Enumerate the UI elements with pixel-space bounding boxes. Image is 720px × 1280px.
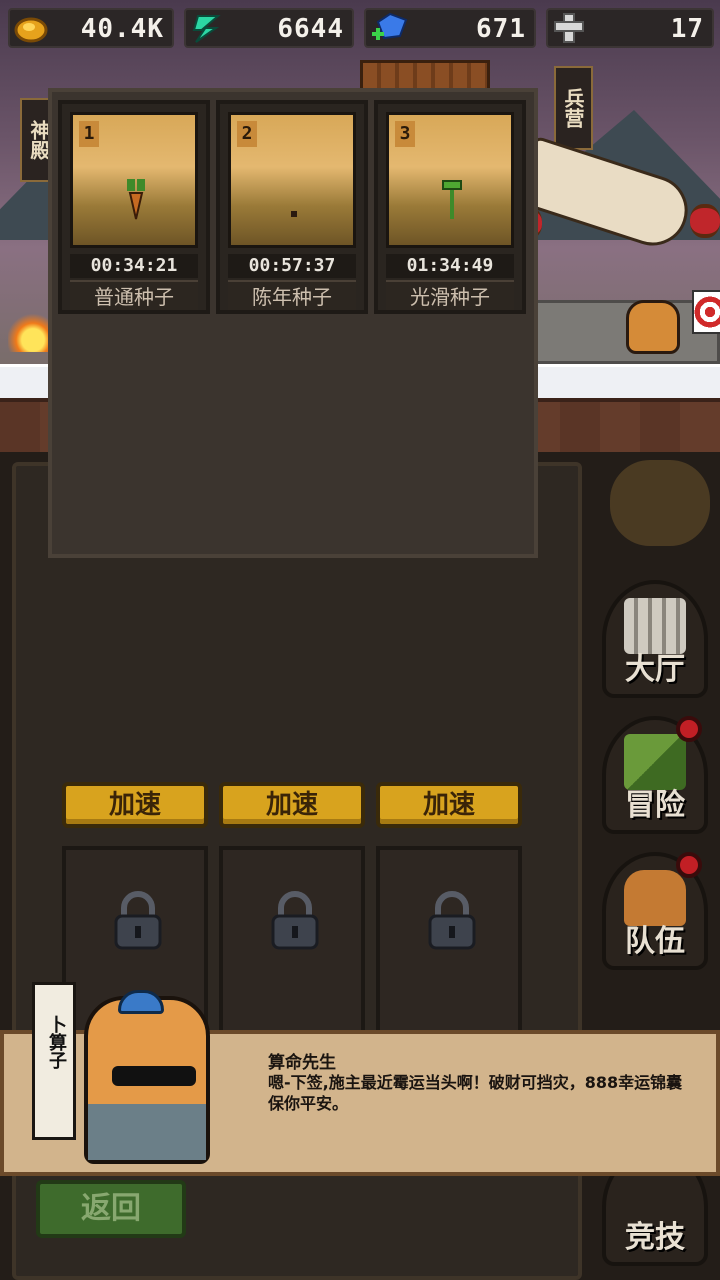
plot-number: 3 [395, 121, 415, 147]
nav-team-label: 队伍 [625, 924, 685, 959]
locked-plot[interactable] [376, 846, 522, 1046]
target-icon[interactable] [692, 290, 720, 334]
cross-icon [552, 12, 586, 44]
notification-badge [676, 716, 702, 742]
energy-value: 6644 [277, 14, 344, 44]
nav-adventure-label: 冒险 [625, 788, 685, 823]
nav-arena-label: 竞技 [625, 1220, 685, 1255]
resource-bar: 40.4K 6644 671 17 [0, 0, 720, 56]
cross-counter[interactable]: 17 [546, 8, 714, 48]
fortune-teller-npc: 卜算子 [24, 970, 234, 1166]
plot-timer: 01:34:49 [386, 254, 514, 278]
nav-hall-button[interactable]: 大厅 [602, 580, 708, 698]
gold-counter[interactable]: 40.4K [8, 8, 174, 48]
lock-icon [428, 891, 476, 950]
lantern [690, 204, 720, 238]
barracks-sign[interactable]: 兵营 [554, 66, 593, 150]
seed-name: 光滑种子 [386, 280, 514, 310]
scroll-text: 卜算子 [46, 1015, 67, 1069]
gold-value: 40.4K [80, 14, 164, 44]
garden-plots-area: 1 00:34:21 普通种子 2 00:57:37 陈年种子 3 01:34:… [48, 88, 538, 558]
nav-team-button[interactable]: 队伍 [602, 852, 708, 970]
speed-up-button-1[interactable]: 加速 [62, 782, 208, 828]
seed-name: 陈年种子 [228, 280, 356, 310]
energy-icon [190, 12, 224, 44]
speed-up-button-2[interactable]: 加速 [219, 782, 365, 828]
lock-icon [271, 891, 319, 950]
nav-hall-label: 大厅 [625, 652, 685, 687]
seed-name: 普通种子 [70, 280, 198, 310]
plot-art: 3 [386, 112, 514, 248]
garden-plot-1[interactable]: 1 00:34:21 普通种子 [58, 100, 210, 314]
lock-icon [114, 891, 162, 950]
decor-character [610, 460, 710, 546]
plot-art: 2 [228, 112, 356, 248]
notification-badge [676, 852, 702, 878]
speaker-name: 算命先生 [268, 1053, 336, 1073]
garden-plot-3[interactable]: 3 01:34:49 光滑种子 [374, 100, 526, 314]
garden-plot-2[interactable]: 2 00:57:37 陈年种子 [216, 100, 368, 314]
plot-timer: 00:57:37 [228, 254, 356, 278]
npc-coat [88, 1104, 206, 1160]
dialog-message: 嗯-下签,施主最近霉运当头啊！破财可挡灾，888幸运锦囊保你平安。 [268, 1073, 683, 1113]
seed-icon [291, 211, 297, 217]
carrot-sprout-icon [127, 179, 145, 220]
cross-value: 17 [670, 14, 704, 44]
fortune-teller-body [84, 990, 210, 1164]
fortune-scroll: 卜算子 [32, 982, 76, 1140]
sprout-icon [442, 180, 462, 219]
villager-character[interactable] [626, 300, 680, 354]
locked-plot[interactable] [219, 846, 365, 1046]
gold-icon [14, 12, 48, 44]
blue-cap [118, 990, 164, 1014]
sunglasses-icon [112, 1066, 196, 1086]
speed-up-button-3[interactable]: 加速 [376, 782, 522, 828]
gem-plus-icon[interactable] [370, 12, 408, 44]
energy-counter[interactable]: 6644 [184, 8, 354, 48]
gem-value: 671 [476, 14, 526, 44]
plot-timer: 00:34:21 [70, 254, 198, 278]
back-button[interactable]: 返回 [36, 1180, 186, 1238]
gem-counter[interactable]: 671 [364, 8, 536, 48]
plot-art: 1 [70, 112, 198, 248]
nav-adventure-button[interactable]: 冒险 [602, 716, 708, 834]
plot-number: 1 [79, 121, 99, 147]
plot-number: 2 [237, 121, 257, 147]
